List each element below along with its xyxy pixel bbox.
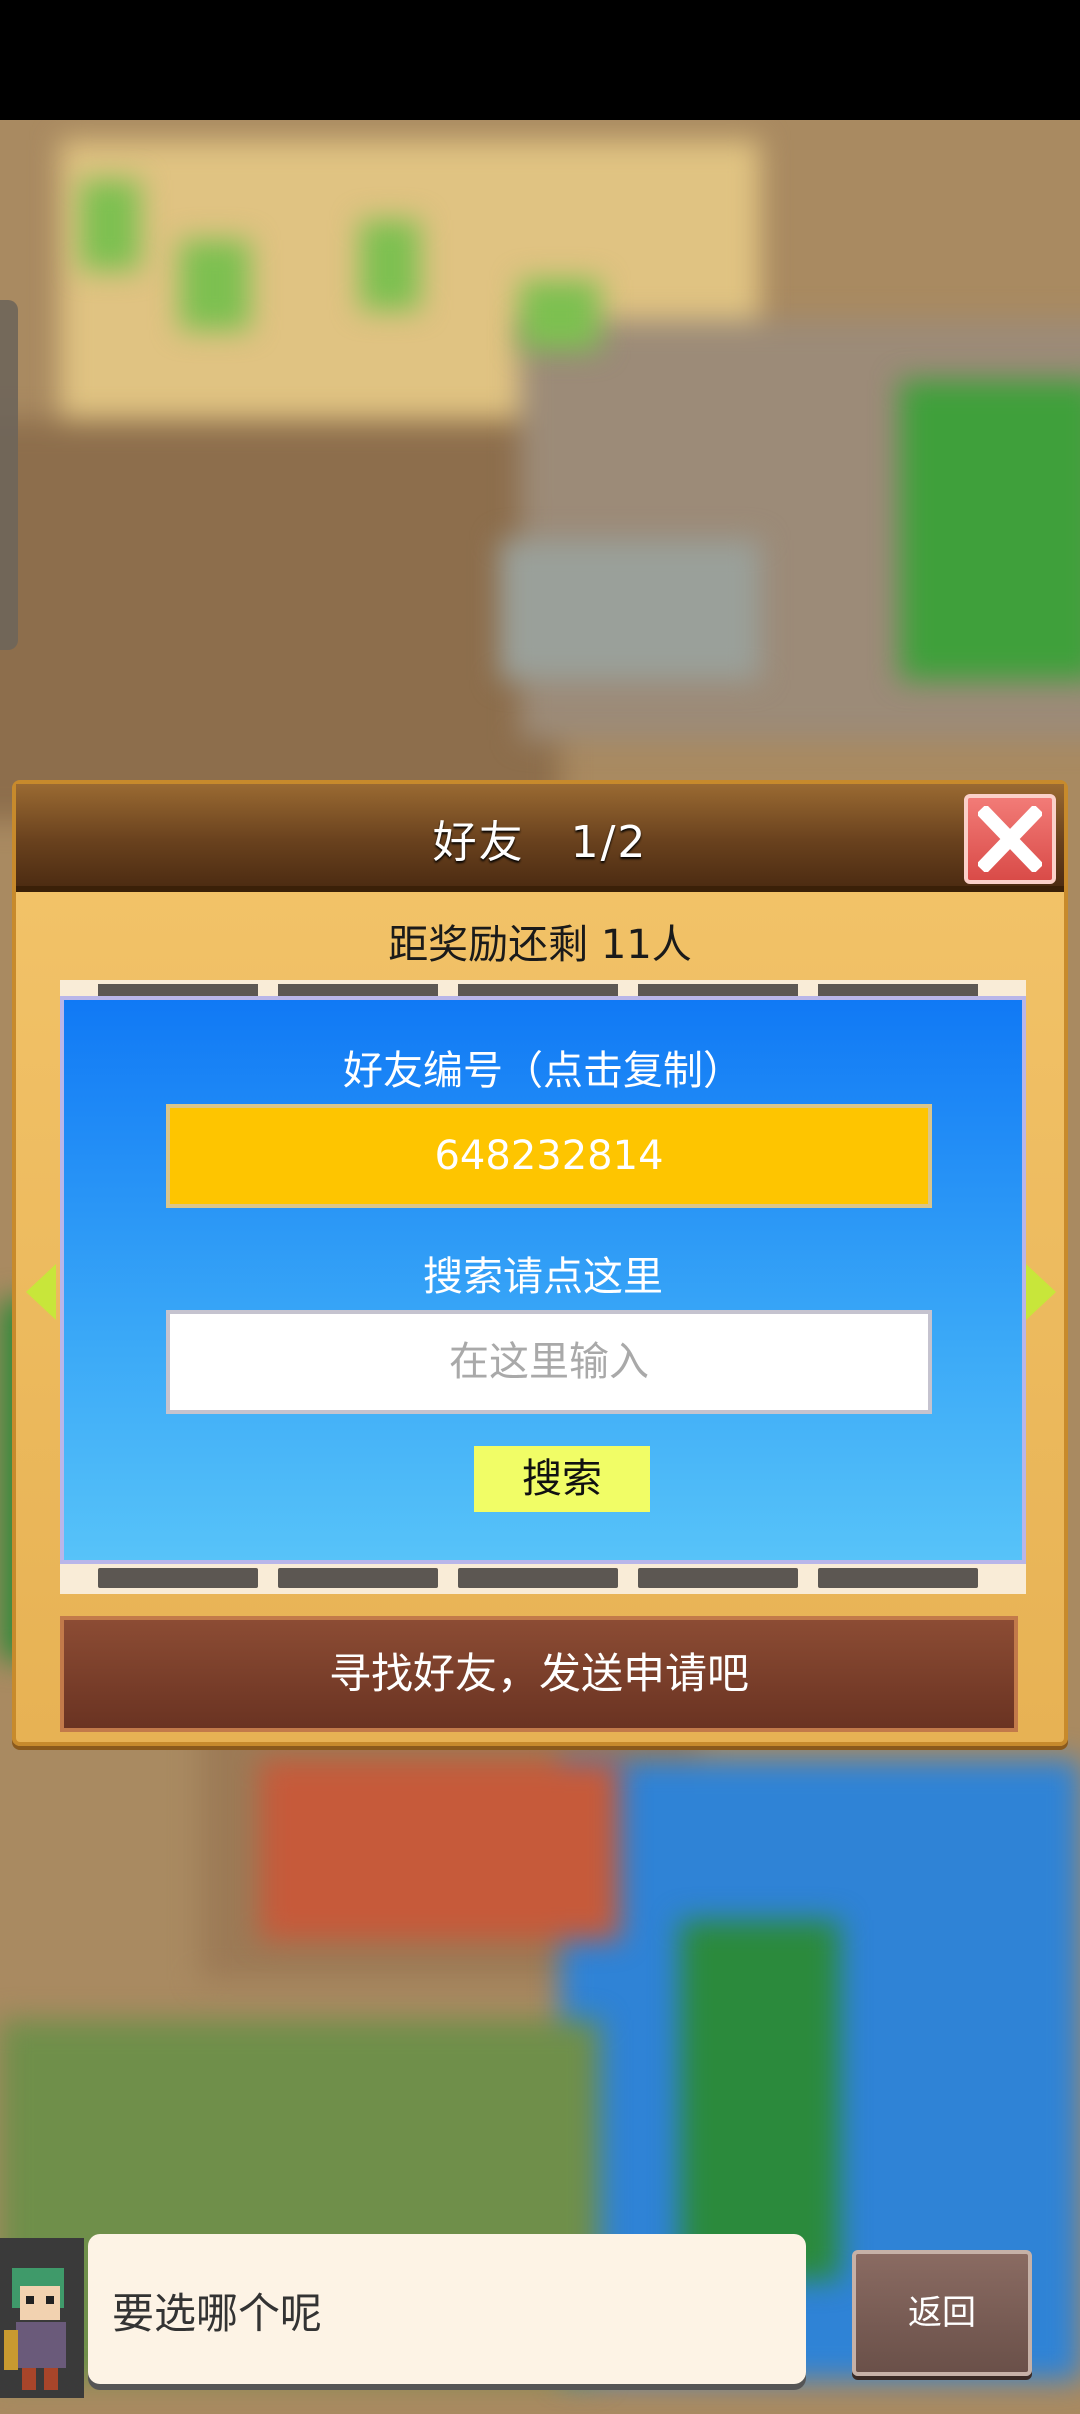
friends-dialog: 好友 1/2 距奖励还剩 11人 好友编号（点击复制） 648232814 搜索… [12, 780, 1068, 1746]
tab-slot[interactable] [638, 984, 798, 996]
friend-search-input[interactable] [166, 1310, 932, 1414]
tab-slot[interactable] [458, 1568, 618, 1588]
tab-strip-bottom [60, 1564, 1026, 1594]
tab-slot[interactable] [818, 1568, 978, 1588]
friend-search-panel: 好友编号（点击复制） 648232814 搜索请点这里 搜索 [60, 996, 1026, 1564]
reward-progress-text: 距奖励还剩 11人 [388, 922, 692, 968]
dialog-header: 好友 1/2 [16, 784, 1064, 892]
close-x-icon [978, 806, 1042, 872]
find-friends-button[interactable]: 寻找好友，发送申请吧 [60, 1616, 1018, 1732]
tab-slot[interactable] [278, 1568, 438, 1588]
assistant-message: 要选哪个呢 [112, 2289, 323, 2338]
dialog-title: 好友 1/2 [432, 817, 648, 868]
tab-slot[interactable] [278, 984, 438, 996]
tab-strip-top [60, 980, 1026, 996]
tab-slot[interactable] [818, 984, 978, 996]
tab-slot[interactable] [458, 984, 618, 996]
friend-id-copy-button[interactable]: 648232814 [166, 1104, 932, 1208]
tab-slot[interactable] [98, 1568, 258, 1588]
tab-slot[interactable] [638, 1568, 798, 1588]
status-bar [0, 0, 1080, 120]
back-button[interactable]: 返回 [852, 2250, 1032, 2376]
tab-slot[interactable] [98, 984, 258, 996]
assistant-avatar [0, 2238, 84, 2398]
friend-id-label: 好友编号（点击复制） [343, 1048, 743, 1094]
search-label: 搜索请点这里 [423, 1254, 663, 1300]
side-drawer-tab[interactable] [0, 300, 18, 650]
search-button[interactable]: 搜索 [474, 1446, 650, 1512]
arrow-right-icon[interactable] [1026, 1264, 1056, 1320]
assistant-speech-bubble: 要选哪个呢 [88, 2234, 806, 2384]
close-button[interactable] [964, 794, 1056, 884]
arrow-left-icon[interactable] [26, 1264, 56, 1320]
